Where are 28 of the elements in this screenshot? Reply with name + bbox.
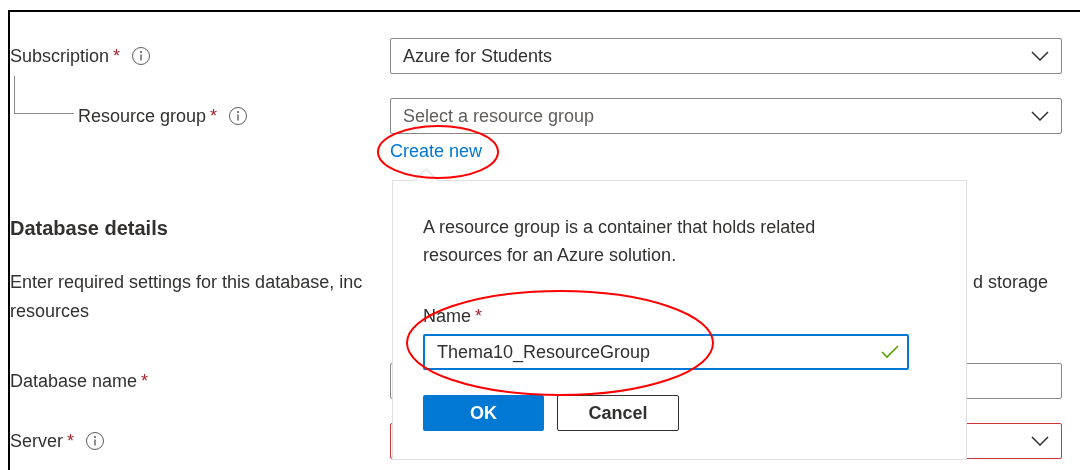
- field-label: Database name: [10, 369, 138, 393]
- chevron-icon: [1031, 51, 1049, 61]
- chevron-icon: [1031, 436, 1049, 446]
- create-new-link[interactable]: Create new: [390, 138, 483, 165]
- required-mark: *: [113, 44, 121, 68]
- description-text: resources: [10, 300, 90, 323]
- tree-connector: [14, 76, 74, 114]
- dropdown[interactable]: Azure for Students: [390, 38, 1062, 74]
- required-mark: *: [67, 429, 75, 453]
- ok-button[interactable]: OK: [423, 395, 544, 431]
- name-input[interactable]: Thema10_ResourceGroup: [423, 334, 909, 370]
- chevron-icon: [1031, 111, 1049, 121]
- required-mark: *: [210, 104, 218, 128]
- dropdown-placeholder: Select a resource group: [403, 104, 595, 128]
- section-heading: Database details: [10, 216, 168, 241]
- dropdown-value: Azure for Students: [403, 44, 553, 68]
- field-label: Server: [10, 429, 63, 453]
- description-text: d storage: [972, 271, 1048, 294]
- dropdown[interactable]: Select a resource group: [390, 98, 1062, 134]
- field-label: Subscription: [10, 44, 110, 68]
- required-mark: *: [141, 369, 149, 393]
- field-label: Name: [423, 305, 471, 328]
- cancel-button[interactable]: Cancel: [557, 395, 679, 431]
- required-mark: *: [475, 305, 483, 328]
- description-text: Enter required settings for this database, inc: [10, 271, 363, 294]
- input-value: Thema10_ResourceGroup: [437, 340, 651, 365]
- popup-description: A resource group is a container that holds related resources for an Azure solution.: [423, 216, 817, 267]
- field-label: Resource group: [78, 104, 207, 128]
